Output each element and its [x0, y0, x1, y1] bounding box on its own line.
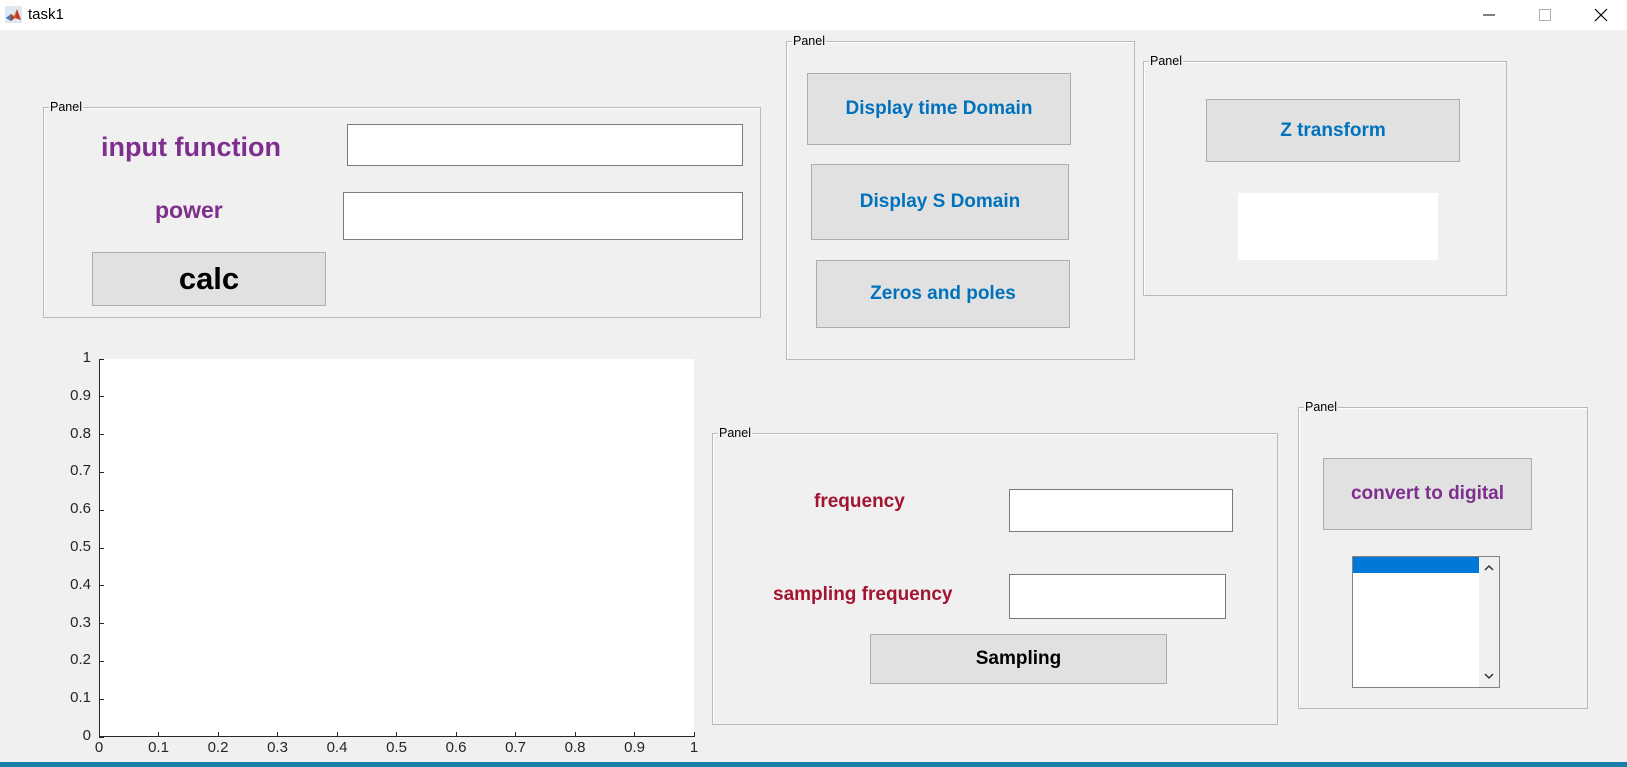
sampling-button[interactable]: Sampling	[870, 634, 1167, 684]
input-function-label: input function	[101, 132, 281, 162]
y-tick-mark	[99, 471, 104, 473]
y-tick-mark	[99, 660, 104, 662]
minimize-icon	[1483, 14, 1495, 16]
y-tick-label: 0.7	[70, 462, 91, 480]
output-listbox[interactable]	[1352, 556, 1500, 688]
calc-button[interactable]: calc	[92, 252, 326, 306]
plot-area	[99, 359, 694, 737]
y-tick-mark	[99, 434, 104, 436]
display-s-domain-button[interactable]: Display S Domain	[811, 164, 1069, 240]
y-tick-mark	[99, 509, 104, 511]
x-tick-label: 0	[94, 739, 104, 756]
x-tick-mark	[98, 732, 100, 737]
z-transform-button[interactable]: Z transform	[1206, 99, 1460, 162]
panel-title: Panel	[1304, 399, 1338, 415]
y-tick-label: 0.6	[70, 500, 91, 518]
x-tick-mark	[217, 732, 219, 737]
display-time-domain-button[interactable]: Display time Domain	[807, 73, 1071, 145]
y-tick-mark	[99, 698, 104, 700]
x-tick-mark	[574, 732, 576, 737]
y-tick-label: 0.3	[70, 613, 91, 631]
y-tick-mark	[99, 736, 104, 738]
y-tick-mark	[99, 585, 104, 587]
panel-title: Panel	[1149, 53, 1183, 69]
power-field[interactable]	[343, 192, 743, 240]
maximize-button[interactable]	[1519, 0, 1571, 30]
x-tick-mark	[336, 732, 338, 737]
sampling-frequency-label: sampling frequency	[773, 584, 953, 605]
zeros-poles-button[interactable]: Zeros and poles	[816, 260, 1070, 328]
y-tick-label: 0.2	[70, 651, 91, 669]
scroll-up-button[interactable]	[1479, 559, 1499, 576]
y-tick-mark	[99, 547, 104, 549]
x-tick-label: 0.2	[207, 739, 229, 756]
x-tick-mark	[515, 732, 516, 737]
close-button[interactable]	[1575, 0, 1627, 30]
x-tick-label: 0.5	[386, 739, 407, 756]
x-tick-mark	[455, 732, 457, 737]
window-title: task1	[28, 6, 64, 23]
power-label: power	[155, 197, 223, 223]
x-tick-label: 0.7	[505, 739, 526, 756]
z-transform-output	[1238, 193, 1438, 260]
y-tick-label: 0.5	[70, 538, 91, 555]
listbox-scrollbar[interactable]	[1479, 557, 1499, 687]
scroll-down-button[interactable]	[1479, 668, 1499, 685]
x-tick-mark	[158, 732, 159, 737]
y-tick-mark	[99, 358, 104, 360]
title-bar: task1	[0, 0, 1627, 30]
y-tick-label: 0.8	[70, 424, 91, 442]
list-item[interactable]	[1353, 557, 1479, 573]
y-tick-label: 0.4	[70, 575, 91, 593]
chevron-down-icon	[1484, 673, 1494, 680]
x-tick-mark	[396, 732, 397, 737]
frequency-field[interactable]	[1009, 489, 1233, 532]
matlab-icon	[5, 6, 22, 23]
x-tick-label: 0.8	[564, 739, 586, 756]
minimize-button[interactable]	[1463, 0, 1515, 30]
x-tick-label: 0.4	[326, 739, 348, 756]
convert-to-digital-button[interactable]: convert to digital	[1323, 458, 1532, 530]
panel-title: Panel	[718, 425, 752, 441]
y-tick-mark	[99, 623, 104, 625]
x-tick-label: 0.9	[624, 739, 645, 756]
y-tick-label: 0.1	[70, 689, 91, 707]
chevron-up-icon	[1484, 564, 1494, 571]
x-tick-mark	[634, 732, 635, 737]
maximize-icon	[1539, 9, 1551, 21]
panel-title: Panel	[792, 33, 826, 49]
x-tick-label: 0.3	[267, 739, 288, 756]
x-tick-label: 0.6	[445, 739, 467, 756]
input-function-field[interactable]	[347, 124, 743, 166]
x-tick-label: 1	[689, 739, 699, 756]
x-tick-label: 0.1	[148, 739, 169, 756]
x-tick-mark	[693, 732, 695, 737]
sampling-frequency-field[interactable]	[1009, 574, 1226, 619]
panel-title: Panel	[49, 99, 83, 115]
taskbar-strip	[0, 762, 1627, 767]
z-transform-panel: Panel	[1143, 53, 1507, 296]
y-tick-label: 1	[82, 349, 91, 366]
y-tick-mark	[99, 396, 104, 398]
y-tick-label: 0.9	[70, 386, 91, 404]
close-icon	[1594, 8, 1608, 22]
x-tick-mark	[277, 732, 278, 737]
frequency-label: frequency	[814, 491, 905, 512]
